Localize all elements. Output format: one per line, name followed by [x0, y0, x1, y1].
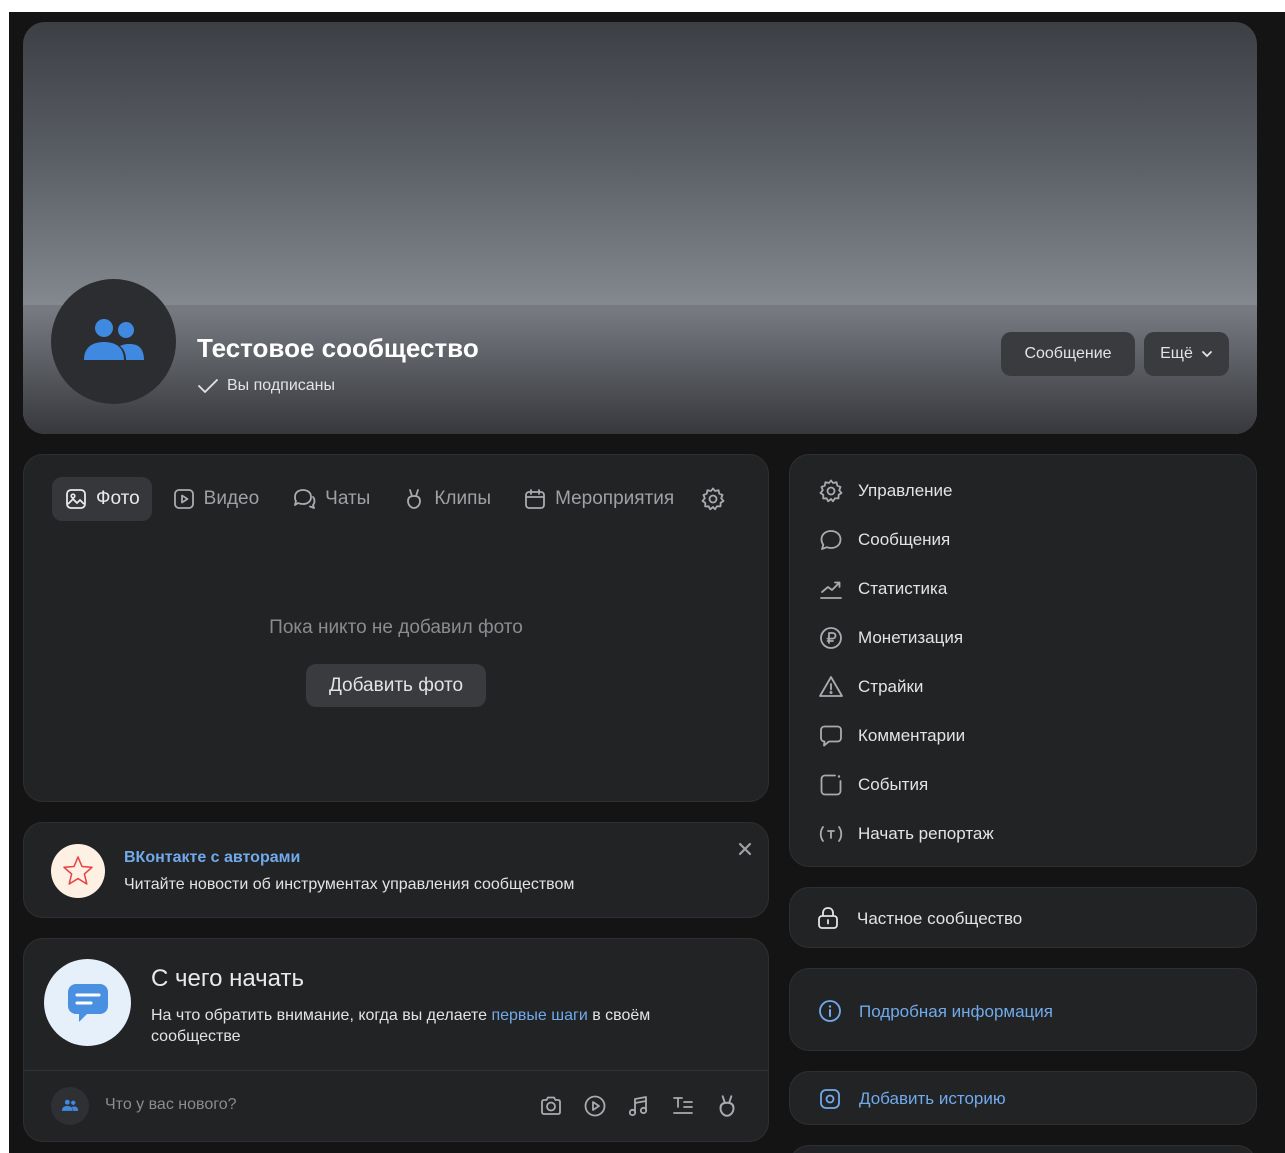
more-button-label: Ещё — [1160, 345, 1193, 362]
promo-avatar — [51, 844, 105, 898]
gear-icon — [701, 487, 725, 511]
menu-comments-label: Комментарии — [858, 726, 966, 745]
close-icon[interactable] — [737, 841, 753, 857]
message-icon — [820, 530, 842, 550]
promo-card: ВКонтакте с авторами Читайте новости об … — [23, 822, 769, 918]
composer-avatar — [51, 1087, 89, 1125]
add-story-label: Добавить историю — [859, 1089, 1006, 1108]
menu-management[interactable]: Управление — [818, 475, 1238, 507]
admin-menu-card: Управление Сообщения Статистика Монетиза… — [789, 454, 1257, 867]
tab-clips-label: Клипы — [434, 488, 492, 509]
menu-messages-label: Сообщения — [858, 530, 951, 549]
camera-icon[interactable] — [538, 1093, 564, 1119]
clips-icon — [407, 489, 422, 509]
warning-icon — [819, 676, 843, 697]
stats-icon — [820, 581, 842, 599]
private-community-card[interactable]: Частное сообщество — [789, 887, 1257, 948]
message-button-label: Сообщение — [1024, 345, 1112, 362]
gear-icon — [819, 479, 843, 503]
tab-events[interactable]: Мероприятия — [511, 477, 686, 521]
menu-monetization-label: Монетизация — [858, 628, 964, 647]
article-icon[interactable] — [670, 1093, 696, 1119]
detailed-info-card[interactable]: Подробная информация — [789, 968, 1257, 1051]
next-card-partial — [789, 1145, 1257, 1153]
more-button[interactable]: Ещё — [1144, 332, 1229, 376]
calendar-icon — [525, 489, 545, 509]
community-avatar[interactable] — [51, 279, 176, 404]
media-card: Фото Видео Чаты Клипы Мероприятия Пока н… — [23, 454, 769, 802]
broadcast-icon — [819, 826, 843, 842]
composer-input[interactable]: Что у вас нового? — [105, 1096, 237, 1114]
chevron-down-icon — [1201, 351, 1212, 358]
story-icon — [820, 1089, 840, 1109]
getting-started-text-before: На что обратить внимание, когда вы делае… — [151, 1007, 492, 1024]
getting-started-title: С чего начать — [151, 965, 304, 992]
menu-management-label: Управление — [858, 481, 953, 500]
comment-icon — [820, 725, 842, 747]
tab-clips[interactable]: Клипы — [390, 477, 503, 521]
video-icon — [173, 489, 194, 509]
detailed-info-label: Подробная информация — [859, 1002, 1053, 1021]
tab-videos[interactable]: Видео — [160, 477, 272, 521]
message-button[interactable]: Сообщение — [1001, 332, 1135, 376]
menu-statistics-label: Статистика — [858, 579, 948, 598]
tabs-settings-button[interactable] — [694, 477, 732, 521]
getting-started-illustration — [44, 959, 131, 1046]
add-photo-button[interactable]: Добавить фото — [306, 664, 486, 707]
music-icon[interactable] — [626, 1093, 652, 1119]
group-users-icon — [61, 1099, 79, 1111]
check-icon — [198, 379, 218, 393]
tab-videos-label: Видео — [203, 488, 260, 509]
chat-bubble-icon — [67, 983, 108, 1022]
tab-chats-label: Чаты — [325, 488, 371, 509]
menu-messages[interactable]: Сообщения — [818, 524, 1238, 556]
tab-events-label: Мероприятия — [555, 488, 675, 509]
promo-title[interactable]: ВКонтакте с авторами — [124, 849, 300, 867]
tab-photos-label: Фото — [96, 488, 140, 509]
subscription-label: Вы подписаны — [227, 377, 335, 394]
clips-icon[interactable] — [714, 1093, 740, 1119]
composer-divider — [24, 1070, 768, 1071]
tab-photos[interactable]: Фото — [52, 477, 152, 521]
star-icon — [63, 856, 93, 885]
info-icon — [819, 1000, 841, 1022]
private-community-label: Частное сообщество — [857, 909, 1023, 928]
menu-start-broadcast[interactable]: Начать репортаж — [818, 818, 1238, 850]
menu-statistics[interactable]: Статистика — [818, 573, 1238, 605]
photo-icon — [66, 489, 86, 509]
media-tabs: Фото Видео Чаты Клипы Мероприятия — [52, 477, 740, 521]
lock-icon — [818, 907, 838, 929]
tab-chats[interactable]: Чаты — [279, 477, 382, 521]
menu-comments[interactable]: Комментарии — [818, 720, 1238, 752]
menu-strikes-label: Страйки — [858, 677, 924, 696]
video-circle-icon[interactable] — [582, 1093, 608, 1119]
subscription-status[interactable]: Вы подписаны — [197, 377, 335, 395]
first-steps-link[interactable]: первые шаги — [491, 1007, 587, 1024]
menu-strikes[interactable]: Страйки — [818, 671, 1238, 703]
promo-text: Читайте новости об инструментах управлен… — [124, 876, 575, 893]
getting-started-text: На что обратить внимание, когда вы делае… — [151, 1005, 731, 1047]
chats-icon — [294, 489, 316, 509]
menu-monetization[interactable]: Монетизация — [818, 622, 1238, 654]
community-name: Тестовое сообщество — [197, 333, 479, 363]
menu-events-label: События — [858, 775, 929, 794]
add-story-card[interactable]: Добавить историю — [789, 1071, 1257, 1125]
getting-started-card: С чего начать На что обратить внимание, … — [23, 938, 769, 1142]
empty-photos-text: Пока никто не добавил фото — [269, 617, 523, 638]
group-users-icon — [83, 318, 144, 360]
menu-start-broadcast-label: Начать репортаж — [858, 824, 994, 843]
menu-events[interactable]: События — [818, 769, 1238, 801]
ruble-icon — [820, 627, 842, 649]
events-icon — [820, 774, 842, 796]
composer-attachments — [538, 1093, 740, 1119]
